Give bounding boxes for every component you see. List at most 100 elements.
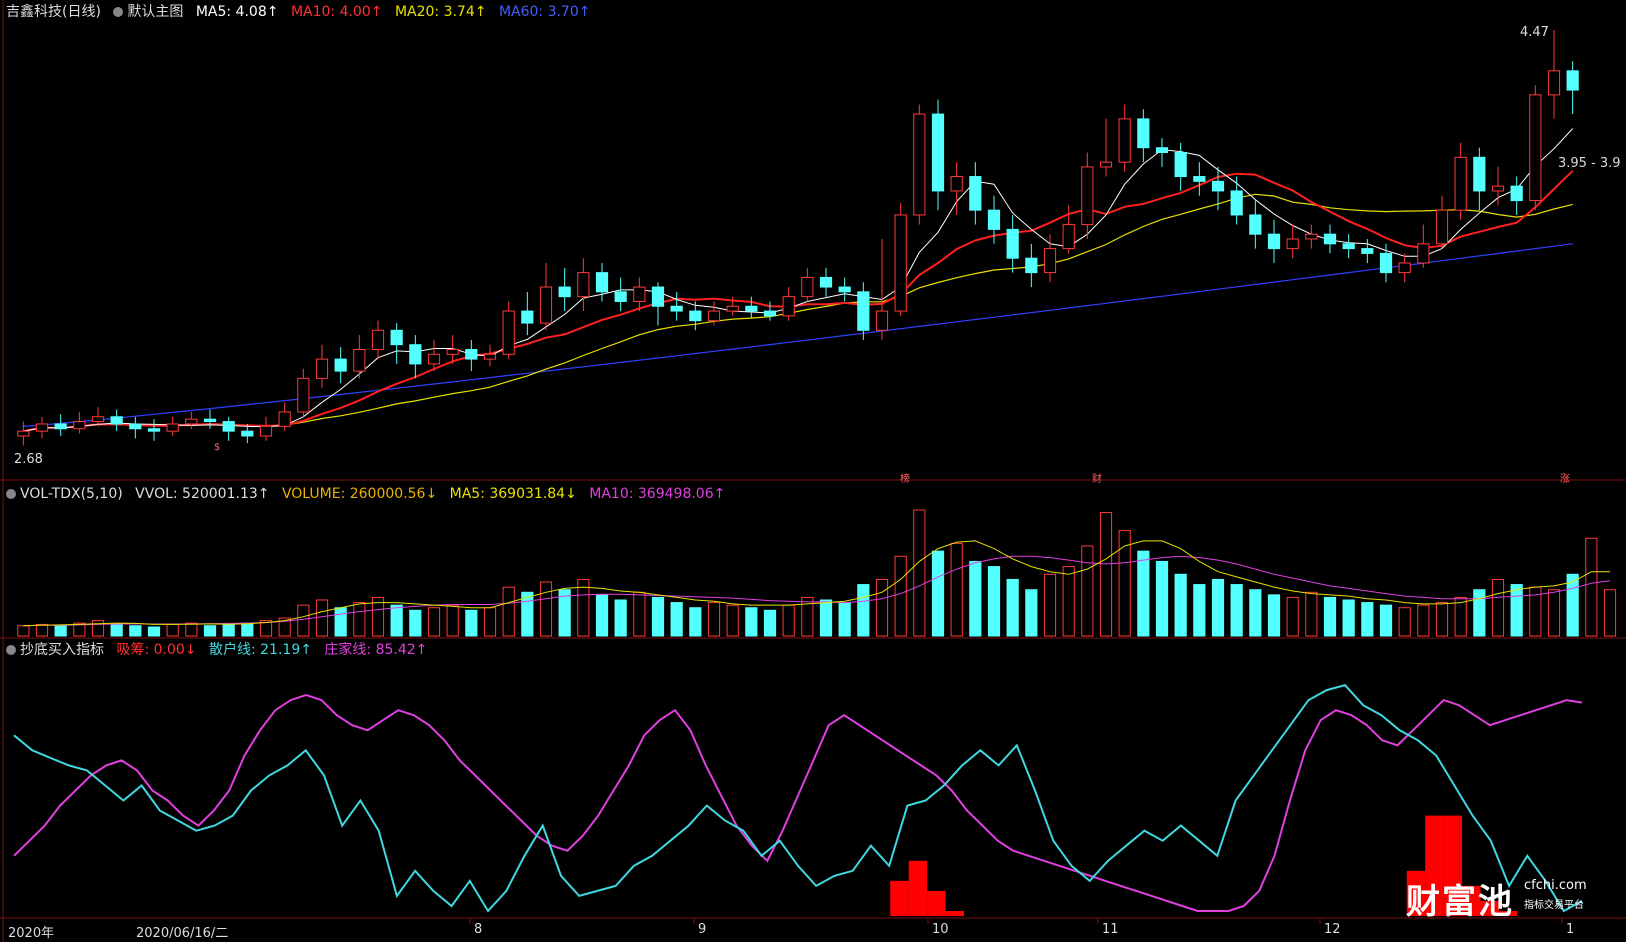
ind-name[interactable]: 抄底买入指标	[20, 642, 104, 658]
ma60-line	[23, 243, 1573, 427]
candle-body	[1174, 152, 1187, 178]
x-axis-cursor-date: 2020/06/16/二	[136, 926, 229, 941]
volume-bar	[931, 550, 945, 637]
candle-body	[17, 430, 30, 437]
settings-dot-icon[interactable]	[6, 489, 16, 499]
high-price-label: 4.47	[1520, 25, 1549, 40]
volume-bar	[1193, 584, 1206, 637]
candle-body	[931, 113, 945, 192]
volume-bar	[614, 599, 627, 637]
vol-name[interactable]: VOL-TDX(5,10)	[20, 486, 123, 502]
candle-body	[147, 428, 161, 432]
vvol-label: VVOL: 520001.13↑	[135, 486, 270, 502]
candle-body	[1417, 243, 1430, 264]
event-marker[interactable]: 涨	[1560, 470, 1570, 485]
volume-bar	[969, 560, 982, 637]
candle-body	[1286, 238, 1299, 250]
volume-bar	[241, 622, 254, 637]
stock-name[interactable]: 吉鑫科技(日线)	[6, 4, 101, 20]
volume-bar	[1155, 560, 1169, 637]
xichou-label: 吸筹: 0.00↓	[116, 642, 197, 658]
volume-bar	[483, 607, 497, 637]
volume-bar	[651, 596, 665, 637]
candle-body	[166, 423, 179, 432]
zhuangjia-line	[13, 694, 1583, 912]
candle-body	[651, 286, 665, 307]
candle-body	[838, 286, 851, 293]
candle-body	[1249, 214, 1262, 235]
candle-body	[1323, 233, 1337, 245]
volume-bar	[1025, 589, 1038, 637]
candle-body	[1473, 156, 1486, 192]
volume-bar	[315, 599, 329, 637]
volume-chart	[17, 509, 1617, 637]
candle-body	[1491, 185, 1505, 192]
candle-body	[1361, 248, 1374, 254]
chart-canvas[interactable]	[0, 0, 1626, 942]
candle-body	[1267, 233, 1281, 250]
settings-dot-icon[interactable]	[6, 645, 16, 655]
volume-bar	[409, 609, 422, 637]
volume-bar	[1603, 589, 1617, 637]
candle-body	[913, 113, 926, 216]
volume-bar	[763, 609, 777, 637]
watermark-site: cfchi.com	[1524, 878, 1587, 893]
candle-body	[465, 348, 478, 360]
settings-dot-icon[interactable]	[113, 7, 124, 17]
volume-bar	[987, 566, 1001, 637]
x-axis-month: 1	[1566, 922, 1575, 937]
volume-bar	[1099, 512, 1113, 637]
chart-label[interactable]: 默认主图	[127, 4, 183, 20]
candle-body	[745, 305, 758, 312]
x-axis-month: 12	[1324, 922, 1341, 937]
candle-body	[1305, 233, 1318, 240]
candle-body	[875, 310, 889, 331]
candle-body	[91, 416, 105, 423]
candle-body	[278, 411, 291, 427]
volume-bar	[465, 609, 478, 637]
event-marker[interactable]: 财	[1092, 470, 1102, 485]
candle-body	[670, 305, 683, 312]
candle-body	[1062, 224, 1075, 250]
candle-body	[73, 421, 86, 430]
ma60-label: MA60: 3.70↑	[498, 4, 591, 20]
candle-body	[1211, 180, 1225, 192]
candle-body	[1043, 248, 1057, 274]
volume-bar	[1379, 604, 1393, 637]
volume-bar	[670, 602, 683, 637]
volume-bar	[633, 591, 646, 637]
volume-bar	[726, 604, 739, 637]
volume-bar	[1062, 566, 1075, 637]
volume-bar	[1435, 602, 1449, 637]
volume-bar	[1006, 578, 1019, 637]
candle-body	[129, 423, 142, 430]
volume-bar	[1230, 584, 1243, 637]
candle-body	[390, 329, 403, 346]
volume-bar	[1211, 578, 1225, 637]
ma10-line	[23, 170, 1574, 433]
x-axis-month: 8	[474, 922, 483, 937]
volume-bar	[595, 594, 609, 637]
candle-body	[857, 291, 870, 331]
volume-bar	[1398, 607, 1411, 637]
volume-bar	[1174, 573, 1187, 637]
volume-header: VOL-TDX(5,10) VVOL: 520001.13↑ VOLUME: 2…	[6, 484, 733, 504]
volume-bar	[894, 555, 907, 637]
volume-bar	[913, 509, 926, 637]
candle-body	[353, 348, 366, 372]
candle-body	[446, 348, 459, 355]
volume-bar	[147, 626, 161, 637]
volume-bar	[819, 599, 833, 637]
xichou-bar	[890, 880, 909, 916]
candle-body	[1118, 118, 1131, 163]
volume-bar	[17, 625, 30, 637]
candle-body	[950, 176, 963, 192]
candle-body	[1435, 209, 1449, 245]
event-marker[interactable]: 榜	[900, 470, 910, 485]
candle-body	[1379, 252, 1393, 274]
event-marker[interactable]: $	[214, 442, 220, 453]
ma10-label: MA10: 4.00↑	[290, 4, 383, 20]
volume-bar	[689, 607, 702, 637]
candle-body	[1547, 70, 1561, 96]
volume-bar	[875, 578, 889, 637]
